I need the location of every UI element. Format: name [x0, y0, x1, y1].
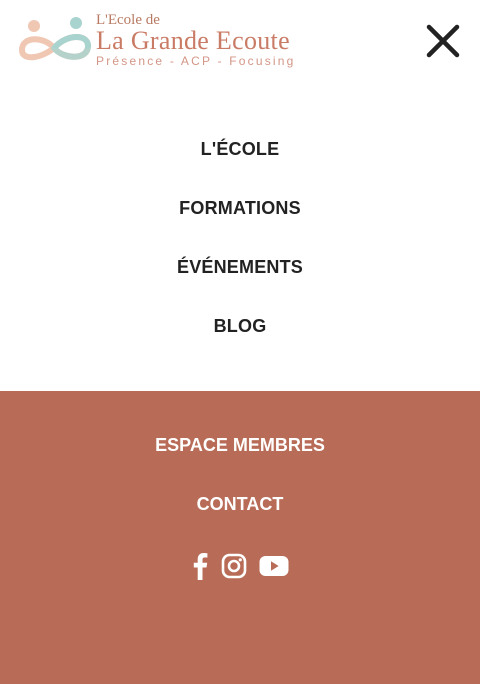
youtube-icon: [259, 556, 289, 576]
footer-links: ESPACE MEMBRES CONTACT: [0, 416, 480, 534]
instagram-icon: [221, 553, 247, 579]
logo-title: La Grande Ecoute: [96, 26, 290, 55]
site-logo[interactable]: L'Ecole de La Grande Ecoute Présence - A…: [16, 12, 326, 72]
linked-figures-logo-icon: [18, 17, 92, 61]
facebook-icon: [193, 553, 208, 580]
youtube-link[interactable]: [259, 555, 289, 577]
logo-subtitle: Présence - ACP - Focusing: [96, 54, 296, 68]
footer-item-espace-membres[interactable]: ESPACE MEMBRES: [0, 416, 480, 475]
main-menu: L'ÉCOLE FORMATIONS ÉVÉNEMENTS BLOG: [0, 120, 480, 356]
close-menu-button[interactable]: [424, 22, 462, 60]
facebook-link[interactable]: [191, 552, 209, 580]
menu-item-formations[interactable]: FORMATIONS: [0, 179, 480, 238]
menu-item-blog[interactable]: BLOG: [0, 297, 480, 356]
header: L'Ecole de La Grande Ecoute Présence - A…: [0, 0, 480, 80]
social-links: [0, 551, 480, 581]
menu-item-evenements[interactable]: ÉVÉNEMENTS: [0, 238, 480, 297]
instagram-link[interactable]: [221, 553, 247, 579]
menu-footer: ESPACE MEMBRES CONTACT: [0, 391, 480, 684]
close-icon: [426, 24, 460, 58]
menu-item-ecole[interactable]: L'ÉCOLE: [0, 120, 480, 179]
footer-item-contact[interactable]: CONTACT: [0, 475, 480, 534]
